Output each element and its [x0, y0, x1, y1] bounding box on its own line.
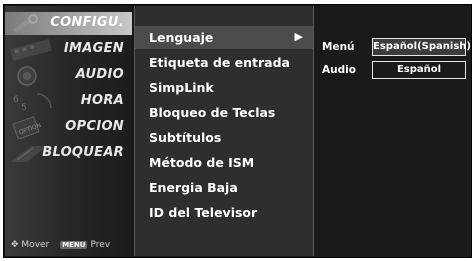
- audio-language-value[interactable]: Español: [372, 61, 466, 79]
- audio-language-row[interactable]: Audio Español: [314, 61, 471, 81]
- svg-text:6: 6: [13, 95, 19, 105]
- category-audio[interactable]: AUDIO: [5, 64, 132, 87]
- menu-item-label: Bloqueo de Teclas: [149, 105, 276, 120]
- menu-item-id-del-televisor[interactable]: ID del Televisor: [135, 201, 313, 224]
- menu-item-label: Subtítulos: [149, 130, 222, 145]
- menu-item-label: Etiqueta de entrada: [149, 55, 290, 70]
- category-label: OPCION: [65, 119, 124, 134]
- prev-label: Prev: [90, 240, 111, 250]
- menu-item-subtitulos[interactable]: Subtítulos: [135, 126, 313, 149]
- clock-icon: 6 5: [13, 93, 52, 113]
- menu-item-bloqueo-de-teclas[interactable]: Bloqueo de Teclas: [135, 101, 313, 124]
- menu-item-label: ID del Televisor: [149, 205, 258, 220]
- menu-item-etiqueta-de-entrada[interactable]: Etiqueta de entrada: [135, 51, 313, 74]
- settings-menu: Lenguaje ▶ Etiqueta de entrada SimpLink …: [134, 6, 314, 256]
- menu-item-label: Método de ISM: [149, 155, 255, 170]
- menu-key-icon: MENU: [60, 241, 88, 249]
- category-label: HORA: [80, 93, 124, 108]
- move-icon: ✥: [11, 240, 19, 250]
- category-bloquear[interactable]: BLOQUEAR: [5, 142, 132, 165]
- category-label: IMAGEN: [63, 41, 124, 56]
- move-label: Mover: [21, 240, 50, 250]
- row-label: Menú: [322, 41, 355, 53]
- category-label: CONFIGU.: [50, 15, 124, 30]
- category-opcion[interactable]: OPTION OPCION: [5, 116, 132, 139]
- menu-item-label: Energia Baja: [149, 180, 238, 195]
- svg-text:5: 5: [21, 103, 27, 113]
- menu-language-row[interactable]: Menú Español(Spanish): [314, 38, 471, 58]
- category-imagen[interactable]: IMAGEN: [5, 38, 132, 61]
- menu-item-label: Lenguaje: [149, 30, 214, 45]
- menu-language-value[interactable]: Español(Spanish): [372, 38, 471, 56]
- chevron-right-icon: ▶: [294, 30, 303, 43]
- category-label: AUDIO: [75, 67, 124, 82]
- category-sidebar: CONFIGU. IMAGEN AUDIO 6 5 HORA OPTION OP…: [5, 6, 132, 256]
- menu-item-metodo-de-ism[interactable]: Método de ISM: [135, 151, 313, 174]
- category-hora[interactable]: 6 5 HORA: [5, 90, 132, 113]
- row-label: Audio: [322, 64, 356, 76]
- menu-item-simplink[interactable]: SimpLink: [135, 76, 313, 99]
- speaker-icon: [17, 66, 37, 86]
- menu-item-lenguaje[interactable]: Lenguaje ▶: [135, 26, 313, 49]
- help-bar: ✥ Mover MENU Prev: [11, 240, 110, 250]
- category-configu[interactable]: CONFIGU.: [5, 12, 132, 35]
- tv-osd-window: CONFIGU. IMAGEN AUDIO 6 5 HORA OPTION OP…: [3, 4, 472, 258]
- language-panel: Menú Español(Spanish) Audio Español: [314, 6, 471, 256]
- category-label: BLOQUEAR: [42, 145, 124, 160]
- menu-item-energia-baja[interactable]: Energia Baja: [135, 176, 313, 199]
- menu-item-label: SimpLink: [149, 80, 214, 95]
